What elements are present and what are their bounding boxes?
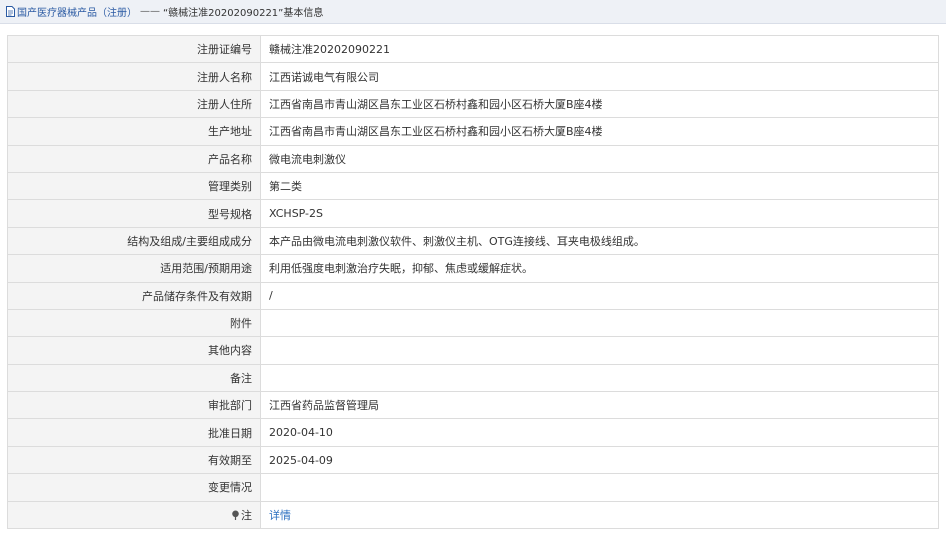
table-row: 审批部门 江西省药品监督管理局 (7, 391, 939, 420)
field-value: 江西省南昌市青山湖区昌东工业区石桥村鑫和园小区石桥大厦B座4楼 (260, 117, 939, 146)
table-row: 管理类别 第二类 (7, 171, 939, 201)
detail-table: 注册证编号 赣械注准20202090221 注册人名称 江西诺诚电气有限公司 注… (7, 34, 939, 530)
field-value: / (260, 281, 939, 310)
field-label: 产品储存条件及有效期 (7, 281, 261, 310)
field-label: 有效期至 (7, 445, 261, 475)
table-row: 型号规格 XCHSP-2S (7, 199, 939, 228)
field-label: 附件 (7, 308, 261, 338)
field-label: 管理类别 (7, 171, 261, 201)
field-value: XCHSP-2S (260, 199, 939, 228)
note-value-cell: 详情 (260, 500, 939, 530)
field-value: 江西省南昌市青山湖区昌东工业区石桥村鑫和园小区石桥大厦B座4楼 (260, 89, 939, 119)
table-row: 产品储存条件及有效期 / (7, 281, 939, 310)
field-label: 变更情况 (7, 473, 261, 502)
field-value: 江西诺诚电气有限公司 (260, 62, 939, 91)
details-link[interactable]: 详情 (269, 509, 291, 522)
table-row: 注册人住所 江西省南昌市青山湖区昌东工业区石桥村鑫和园小区石桥大厦B座4楼 (7, 89, 939, 119)
field-label: 注册证编号 (7, 34, 261, 64)
table-row: 结构及组成/主要组成成分 本产品由微电流电刺激仪软件、刺激仪主机、OTG连接线、… (7, 226, 939, 256)
field-value: 赣械注准20202090221 (260, 34, 939, 64)
table-row: 备注 (7, 363, 939, 393)
field-label: 产品名称 (7, 144, 261, 173)
field-value: 第二类 (260, 171, 939, 201)
note-label-cell: 注 (7, 500, 261, 530)
field-label: 适用范围/预期用途 (7, 254, 261, 283)
table-row: 适用范围/预期用途 利用低强度电刺激治疗失眠，抑郁、焦虑或缓解症状。 (7, 254, 939, 283)
field-label: 型号规格 (7, 199, 261, 228)
field-value (260, 473, 939, 502)
field-value: 2025-04-09 (260, 445, 939, 475)
table-row: 注册人名称 江西诺诚电气有限公司 (7, 62, 939, 91)
field-value: 本产品由微电流电刺激仪软件、刺激仪主机、OTG连接线、耳夹电极线组成。 (260, 226, 939, 256)
field-label: 注册人名称 (7, 62, 261, 91)
field-value (260, 308, 939, 338)
document-icon (6, 6, 15, 17)
field-label: 生产地址 (7, 117, 261, 146)
table-row: 生产地址 江西省南昌市青山湖区昌东工业区石桥村鑫和园小区石桥大厦B座4楼 (7, 117, 939, 146)
table-row: 产品名称 微电流电刺激仪 (7, 144, 939, 173)
breadcrumb-root-link[interactable]: 国产医疗器械产品（注册） (17, 4, 137, 19)
field-value: 2020-04-10 (260, 418, 939, 447)
field-label: 批准日期 (7, 418, 261, 447)
field-value: 利用低强度电刺激治疗失眠，抑郁、焦虑或缓解症状。 (260, 254, 939, 283)
table-row: 变更情况 (7, 473, 939, 502)
table-row: 注册证编号 赣械注准20202090221 (7, 34, 939, 64)
table-row: 其他内容 (7, 336, 939, 365)
table-row: 附件 (7, 308, 939, 338)
field-label: 结构及组成/主要组成成分 (7, 226, 261, 256)
field-label: 备注 (7, 363, 261, 393)
field-value: 江西省药品监督管理局 (260, 391, 939, 420)
table-row: 批准日期 2020-04-10 (7, 418, 939, 447)
table-row: 有效期至 2025-04-09 (7, 445, 939, 475)
breadcrumb: 国产医疗器械产品（注册） —— “赣械注准20202090221”基本信息 (0, 0, 946, 24)
breadcrumb-current: “赣械注准20202090221”基本信息 (163, 8, 324, 19)
breadcrumb-separator: —— (140, 6, 160, 17)
field-label: 注册人住所 (7, 89, 261, 119)
field-value (260, 336, 939, 365)
field-label: 审批部门 (7, 391, 261, 420)
note-row: 注 详情 (7, 500, 939, 530)
pin-icon (231, 510, 240, 520)
field-value (260, 363, 939, 393)
field-value: 微电流电刺激仪 (260, 144, 939, 173)
field-label: 其他内容 (7, 336, 261, 365)
note-label: 注 (241, 508, 252, 522)
